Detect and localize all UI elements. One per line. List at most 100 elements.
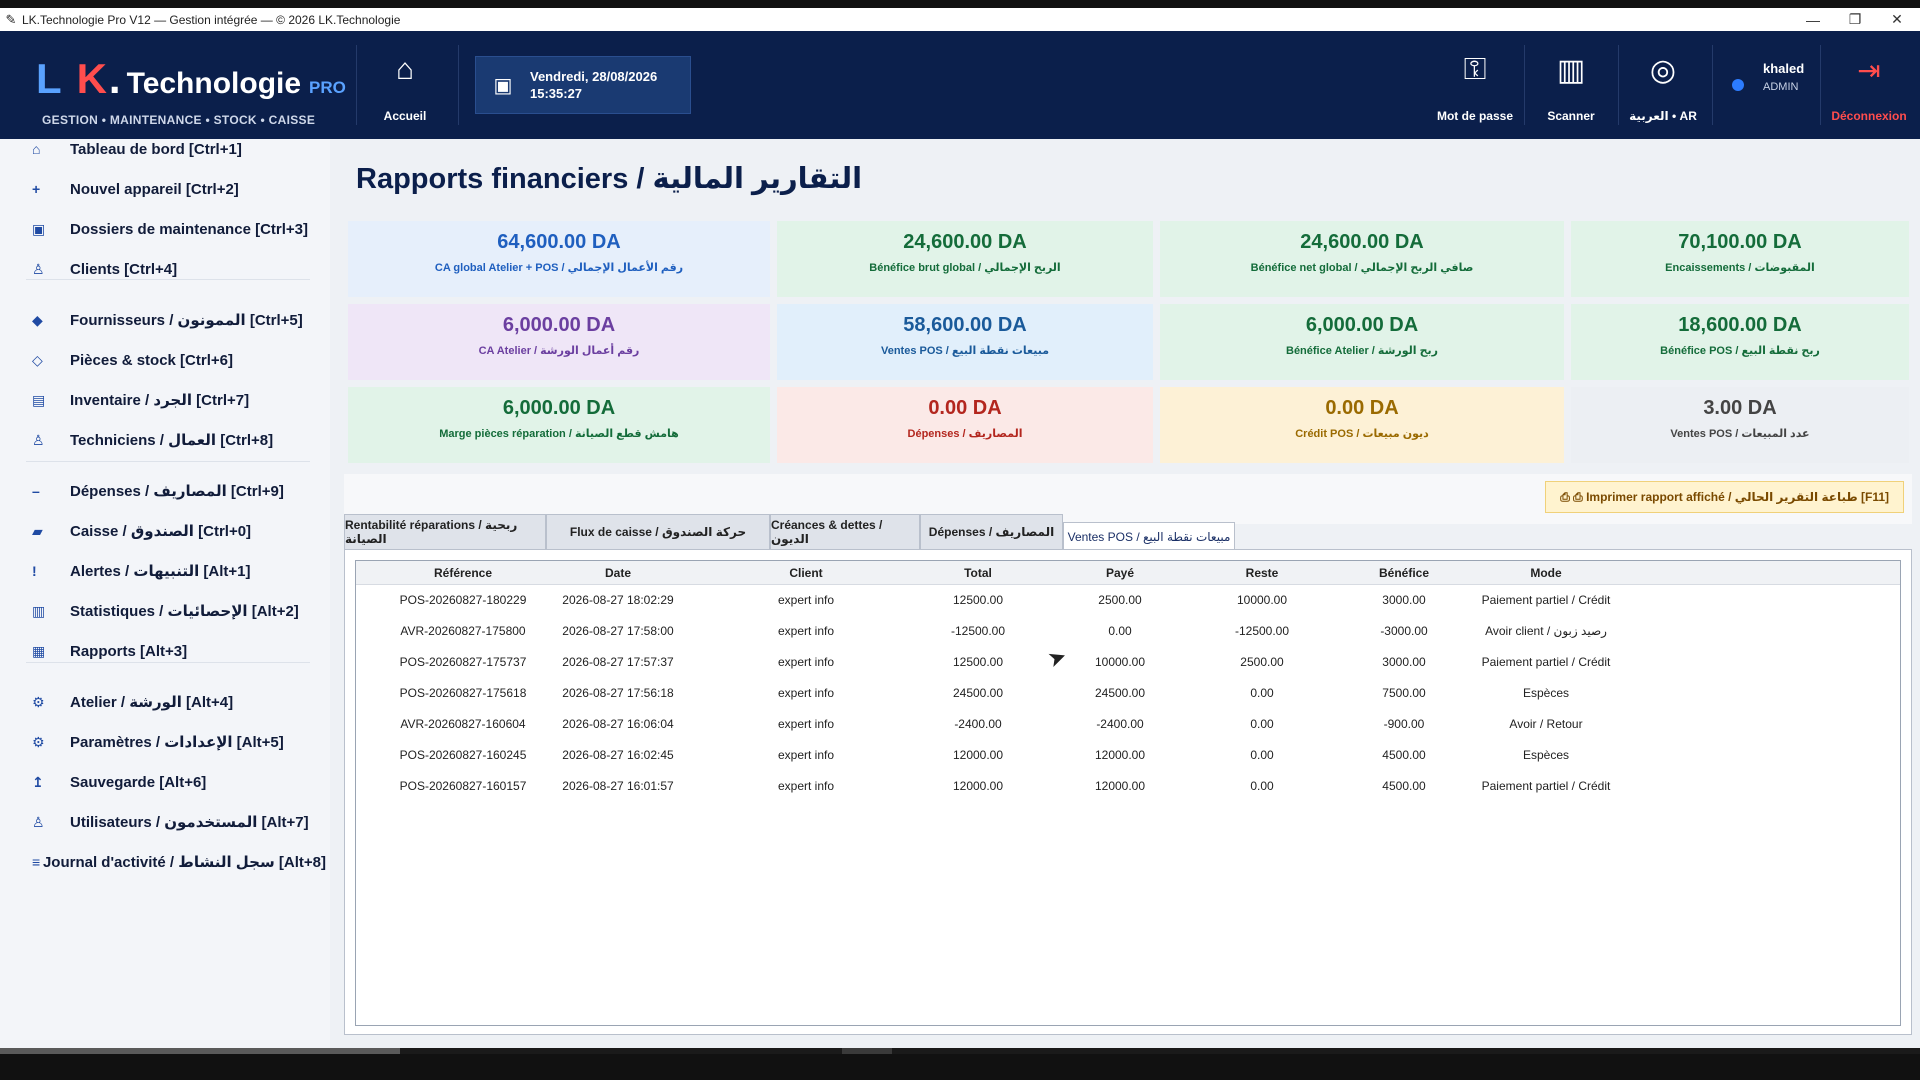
sidebar-item-9[interactable]: ▰ Caisse / الصندوق [Ctrl+0] bbox=[26, 516, 326, 546]
sidebar-item-13[interactable]: ⚙ Atelier / الورشة [Alt+4] bbox=[26, 687, 326, 717]
kpi-label: Marge pièces réparation / هامش قطع الصيا… bbox=[439, 428, 679, 440]
sidebar-item-7[interactable]: ♙ Techniciens / العمال [Ctrl+8] bbox=[26, 425, 326, 455]
sidebar-item-1[interactable]: + Nouvel appareil [Ctrl+2] bbox=[26, 174, 326, 204]
table-row[interactable]: POS-20260827-175618 2026-08-27 17:56:18 ex… bbox=[356, 678, 1900, 709]
kpi-card: 64,600.00 DA CA global Atelier + POS / رق… bbox=[348, 221, 770, 297]
table-row[interactable]: POS-20260827-160157 2026-08-27 16:01:57 ex… bbox=[356, 771, 1900, 802]
journal-icon: ≡ bbox=[32, 854, 41, 870]
home-button[interactable]: ⌂ Accueil bbox=[360, 45, 450, 131]
diamond-icon: ◆ bbox=[32, 311, 43, 328]
table-cell: -2400.00 bbox=[954, 717, 1002, 731]
minimize-button[interactable]: — bbox=[1790, 8, 1836, 31]
table-header: Référence Date Client Total Payé Reste Bénéfic… bbox=[356, 561, 1900, 585]
header-divider bbox=[1712, 45, 1713, 125]
scrollbar-thumb[interactable] bbox=[0, 1048, 400, 1054]
table-cell: 24500.00 bbox=[1094, 686, 1146, 700]
sidebar-item-label: Journal d'activité / سجل النشاط [Alt+8] bbox=[42, 854, 326, 871]
kpi-label: Encaissements / المقبوضات bbox=[1665, 262, 1815, 274]
horizontal-scrollbar[interactable] bbox=[0, 1048, 1920, 1054]
sidebar-item-label: Alertes / التنبيهات [Alt+1] bbox=[70, 563, 251, 580]
sidebar-item-label: Nouvel appareil [Ctrl+2] bbox=[70, 180, 239, 198]
table-cell: 10000.00 bbox=[1236, 593, 1288, 607]
logout-button[interactable]: ⇥ Déconnexion bbox=[1824, 45, 1914, 131]
column-header[interactable]: Mode bbox=[1436, 566, 1656, 580]
cashbox-icon: ▰ bbox=[32, 522, 43, 539]
table-cell: -12500.00 bbox=[950, 624, 1006, 638]
table-row[interactable]: POS-20260827-160245 2026-08-27 16:02:45 ex… bbox=[356, 740, 1900, 771]
kpi-label: Bénéfice POS / ربح نقطة البيع bbox=[1660, 345, 1820, 357]
column-header[interactable]: Payé bbox=[1050, 566, 1190, 580]
language-button[interactable]: ◎ العربية • AR bbox=[1618, 45, 1708, 131]
kpi-card: 24,600.00 DA Bénéfice net global / صافي ا… bbox=[1160, 221, 1564, 297]
maximize-button[interactable]: ❐ bbox=[1832, 8, 1878, 31]
list-icon: ▤ bbox=[32, 391, 46, 408]
sidebar-item-label: Tableau de bord [Ctrl+1] bbox=[70, 140, 242, 158]
sidebar-item-17[interactable]: ≡ Journal d'activité / سجل النشاط [Alt+8] bbox=[26, 847, 326, 877]
sidebar-item-8[interactable]: – Dépenses / المصاريف [Ctrl+9] bbox=[26, 476, 326, 506]
table-row[interactable]: AVR-20260827-175800 2026-08-27 17:58:00 ex… bbox=[356, 616, 1900, 647]
sidebar-item-2[interactable]: ▣ Dossiers de maintenance [Ctrl+3] bbox=[26, 214, 326, 244]
column-header[interactable]: Reste bbox=[1192, 566, 1332, 580]
sidebar: ⌂ Tableau de bord [Ctrl+1] + Nouvel apparei… bbox=[0, 139, 330, 1048]
column-header[interactable]: Client bbox=[716, 566, 896, 580]
table-cell: 12000.00 bbox=[1094, 779, 1146, 793]
table-cell: 2026-08-27 16:01:57 bbox=[562, 779, 674, 793]
sidebar-item-label: Atelier / الورشة [Alt+4] bbox=[70, 694, 234, 711]
kpi-card: 6,000.00 DA Bénéfice Atelier / ربح الورشة bbox=[1160, 304, 1564, 380]
sidebar-item-label: Dossiers de maintenance [Ctrl+3] bbox=[70, 220, 309, 238]
kpi-label: Dépenses / المصاريف bbox=[907, 428, 1023, 440]
sidebar-divider bbox=[26, 662, 310, 663]
header-divider bbox=[356, 45, 357, 125]
tab-0[interactable]: Rentabilité réparations / ربحية الصيانة bbox=[344, 514, 546, 550]
folder-icon: ▣ bbox=[32, 220, 46, 237]
table-cell: 2500.00 bbox=[1240, 655, 1284, 669]
table-cell: Avoir client / رصيد زبون bbox=[1485, 624, 1607, 638]
tab-3[interactable]: Dépenses / المصاريف bbox=[920, 514, 1063, 550]
window-titlebar: ✎ LK.Technologie Pro V12 — Gestion intég… bbox=[0, 8, 1920, 31]
tab-4[interactable]: Ventes POS / مبيعات نقطة البيع bbox=[1063, 522, 1235, 550]
table-row[interactable]: AVR-20260827-160604 2026-08-27 16:06:04 ex… bbox=[356, 709, 1900, 740]
table-row[interactable]: POS-20260827-180229 2026-08-27 18:02:29 ex… bbox=[356, 585, 1900, 616]
table-cell: Paiement partiel / Crédit bbox=[1481, 655, 1611, 669]
home-icon: ⌂ bbox=[395, 53, 415, 86]
main-content: Rapports financiers / التقارير المالية 6… bbox=[330, 139, 1920, 1048]
sidebar-item-16[interactable]: ♙ Utilisateurs / المستخدمون [Alt+7] bbox=[26, 807, 326, 837]
table-row[interactable]: POS-20260827-175737 2026-08-27 17:57:37 ex… bbox=[356, 647, 1900, 678]
password-button[interactable]: ⚿ Mot de passe bbox=[1430, 45, 1520, 131]
print-report-button[interactable]: ⎙ ⎙ Imprimer rapport affiché / طباعة الت… bbox=[1545, 481, 1904, 513]
sidebar-item-11[interactable]: ▥ Statistiques / الإحصائيات [Alt+2] bbox=[26, 596, 326, 626]
column-header[interactable]: Total bbox=[908, 566, 1048, 580]
tab-panel: Référence Date Client Total Payé Reste Bénéfic… bbox=[344, 549, 1912, 1035]
sidebar-item-5[interactable]: ◇ Pièces & stock [Ctrl+6] bbox=[26, 345, 326, 375]
sidebar-item-label: Inventaire / الجرد [Ctrl+7] bbox=[70, 392, 250, 409]
sidebar-item-10[interactable]: ! Alertes / التنبيهات [Alt+1] bbox=[26, 556, 326, 586]
workshop-icon: ⚙ bbox=[32, 693, 45, 710]
scanner-button[interactable]: ▥ Scanner bbox=[1526, 45, 1616, 131]
table-cell: Avoir / Retour bbox=[1509, 717, 1583, 731]
column-header[interactable]: Date bbox=[528, 566, 708, 580]
sidebar-item-0[interactable]: ⌂ Tableau de bord [Ctrl+1] bbox=[26, 139, 326, 164]
sidebar-item-label: Sauvegarde [Alt+6] bbox=[70, 773, 207, 791]
sidebar-item-4[interactable]: ◆ Fournisseurs / الممونون [Ctrl+5] bbox=[26, 305, 326, 335]
table-cell: expert info bbox=[777, 717, 835, 731]
sidebar-item-15[interactable]: ↥ Sauvegarde [Alt+6] bbox=[26, 767, 326, 797]
tab-2[interactable]: Créances & dettes / الديون bbox=[770, 514, 920, 550]
sidebar-item-14[interactable]: ⚙ Paramètres / الإعدادات [Alt+5] bbox=[26, 727, 326, 757]
tab-1[interactable]: Flux de caisse / حركة الصندوق bbox=[546, 514, 770, 550]
close-button[interactable]: ✕ bbox=[1874, 8, 1920, 31]
key-icon: ⚿ bbox=[1463, 53, 1487, 86]
date-text: Vendredi, 28/08/2026 bbox=[530, 69, 658, 84]
barcode-icon: ▥ bbox=[1556, 53, 1586, 87]
sidebar-item-6[interactable]: ▤ Inventaire / الجرد [Ctrl+7] bbox=[26, 385, 326, 415]
date-time-display: ▣ Vendredi, 28/08/2026 15:35:27 bbox=[475, 56, 691, 114]
table-cell: 2026-08-27 17:56:18 bbox=[562, 686, 674, 700]
table-cell: 2026-08-27 16:06:04 bbox=[562, 717, 674, 731]
table-cell: 0.00 bbox=[1250, 748, 1274, 762]
table-cell: expert info bbox=[777, 686, 835, 700]
kpi-value: 58,600.00 DA bbox=[903, 314, 1027, 336]
table-cell: 0.00 bbox=[1250, 686, 1274, 700]
outline-diamond-icon: ◇ bbox=[32, 351, 43, 368]
table-cell: Paiement partiel / Crédit bbox=[1481, 779, 1611, 793]
kpi-label: CA global Atelier + POS / رقم الأعمال ال… bbox=[434, 262, 684, 274]
table-cell: Espèces bbox=[1522, 686, 1570, 700]
